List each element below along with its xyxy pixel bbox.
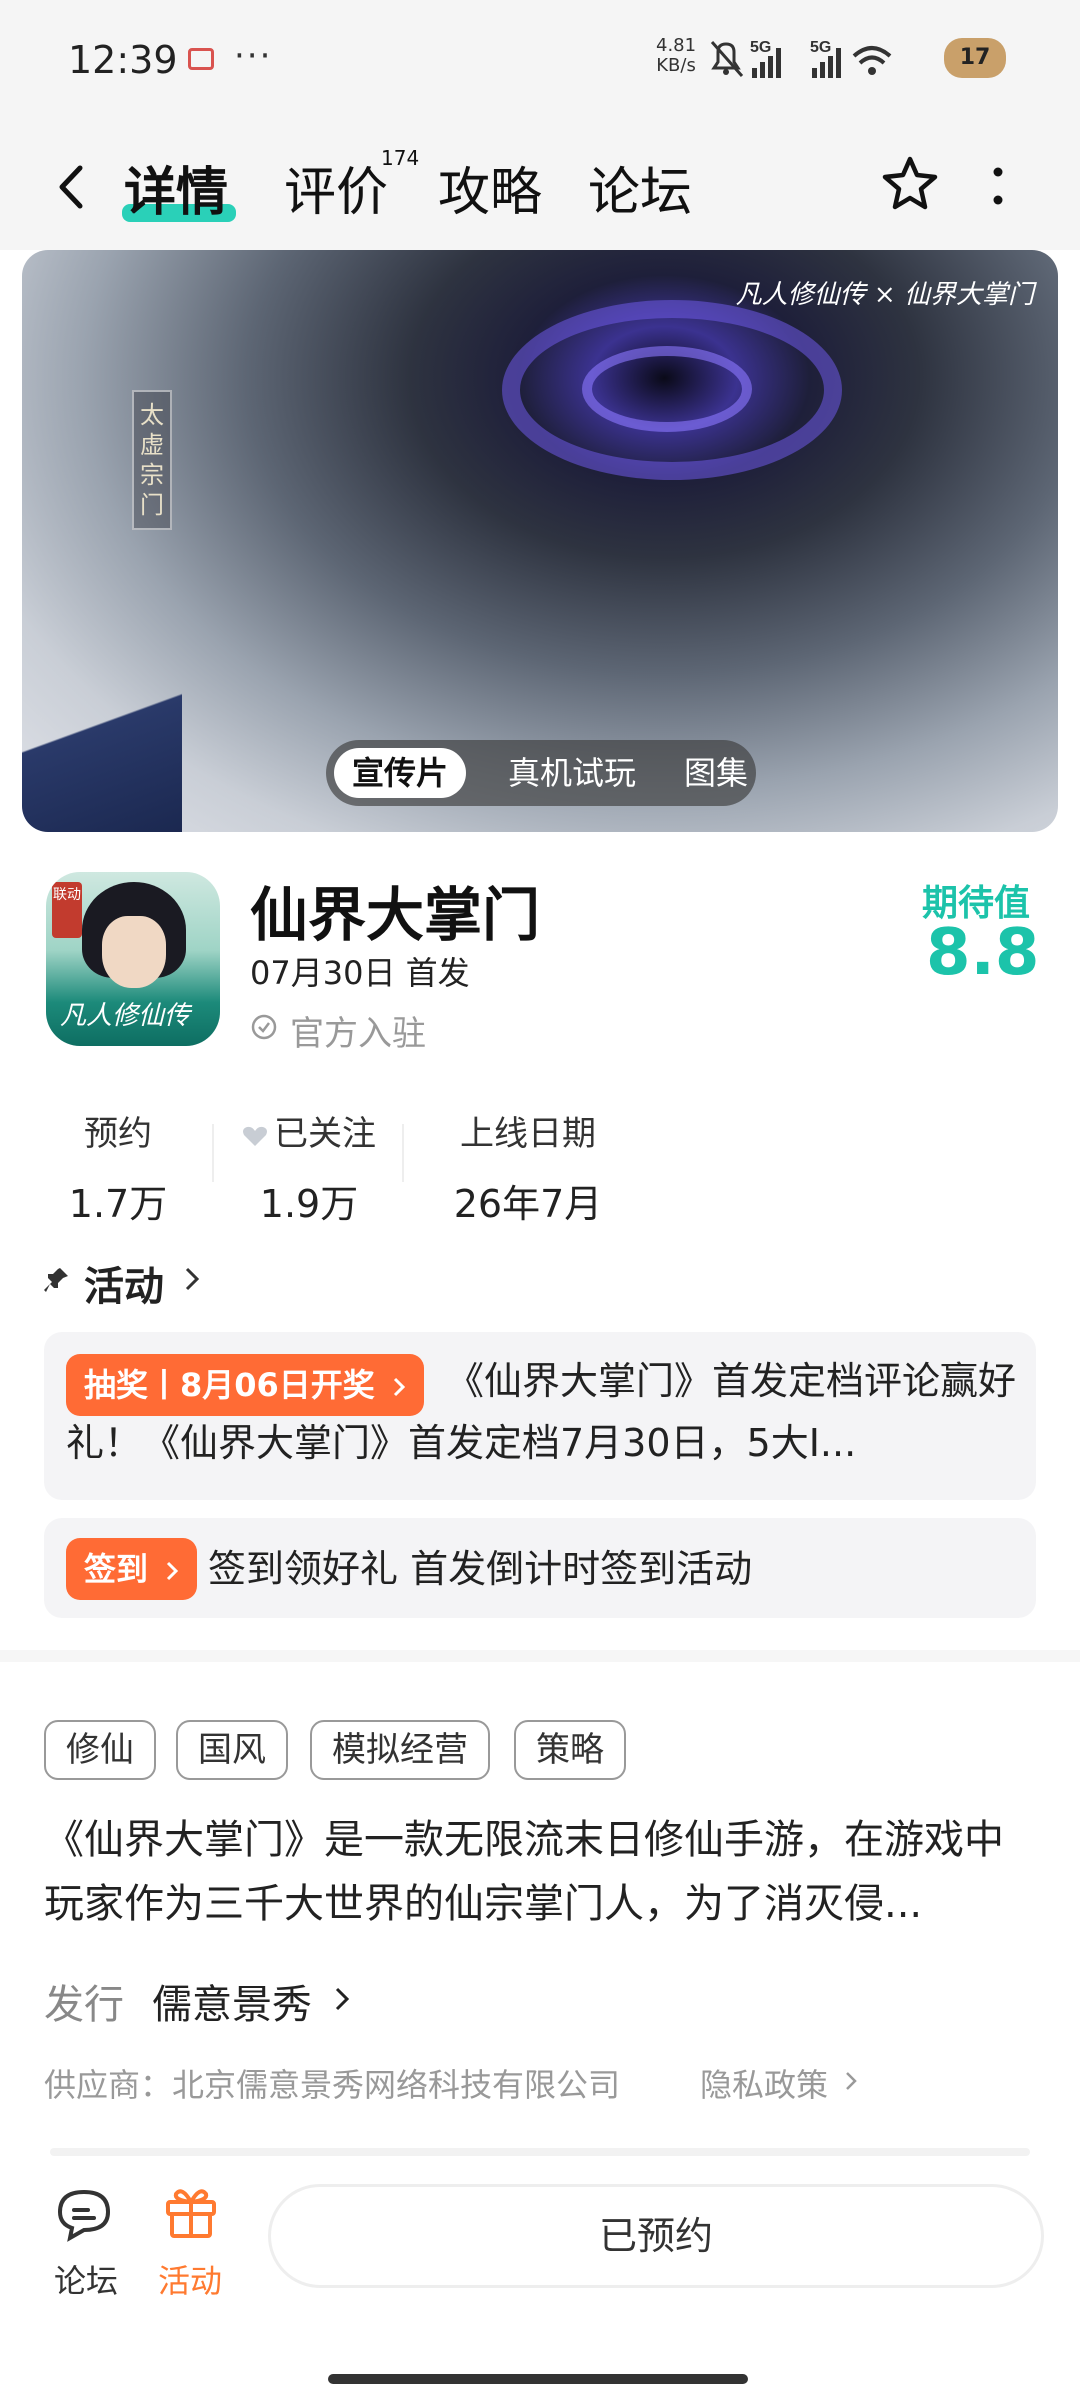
stat-value: 26年7月 bbox=[453, 1182, 603, 1226]
stat-label: 上线日期 bbox=[460, 1114, 596, 1154]
bottom-action-bar: 论坛 活动 已预约 bbox=[0, 2156, 1080, 2400]
status-bar: 12:39 ··· 4.81 KB/s 5G 5G 17 bbox=[0, 0, 1080, 120]
banner-vortex-core-art bbox=[582, 346, 752, 432]
icon-script-text: 凡人修仙传 bbox=[60, 1001, 191, 1031]
wifi-icon bbox=[852, 46, 892, 75]
tag-chip[interactable]: 策略 bbox=[514, 1720, 626, 1780]
pin-icon bbox=[44, 1268, 68, 1292]
heart-icon bbox=[243, 1126, 267, 1146]
checkin-badge: 签到 bbox=[66, 1538, 198, 1600]
signal2-label: 5G bbox=[810, 39, 831, 56]
stat-label: 已关注 bbox=[274, 1114, 376, 1154]
activity-section-title[interactable]: 活动 bbox=[84, 1254, 164, 1312]
activity-checkin-text: 签到领好礼 首发倒计时签到活动 bbox=[208, 1547, 753, 1591]
battery-icon: 17 bbox=[944, 38, 1006, 78]
publisher-label: 发行 bbox=[44, 1982, 124, 2028]
stat-followers[interactable]: 已关注 1.9万 bbox=[236, 1106, 382, 1228]
icon-character-face bbox=[102, 916, 166, 988]
tab-forum[interactable]: 论坛 bbox=[588, 150, 692, 225]
official-verified-label: 官方入驻 bbox=[290, 1014, 426, 1054]
chevron-right-icon[interactable] bbox=[184, 1266, 200, 1292]
signal-icon: 5G bbox=[750, 39, 781, 78]
activity-card-checkin[interactable]: 签到 签到领好礼 首发倒计时签到活动 bbox=[44, 1518, 1036, 1618]
network-speed: 4.81 KB/s bbox=[656, 36, 696, 76]
banner-collab-logo: 凡人修仙传 × 仙界大掌门 bbox=[735, 280, 1034, 310]
media-tab-switcher: 宣传片 真机试玩 图集 bbox=[326, 740, 756, 806]
banner-building-art bbox=[22, 692, 182, 832]
game-description[interactable]: 《仙界大掌门》是一款无限流末日修仙手游，在游戏中玩家作为三千大世界的仙宗掌门人，… bbox=[44, 1808, 1034, 1936]
favorite-star-icon[interactable] bbox=[880, 154, 940, 214]
back-arrow-icon[interactable] bbox=[50, 162, 94, 212]
supplier-info: 供应商：北京儒意景秀网络科技有限公司 bbox=[44, 2066, 621, 2104]
expectation-score: 8.8 bbox=[926, 916, 1040, 990]
banner-sect-sign: 太虚宗门 bbox=[132, 390, 172, 530]
more-options-icon[interactable] bbox=[990, 164, 1006, 208]
forum-chat-icon[interactable] bbox=[54, 2186, 116, 2242]
signal-icon-2: 5G bbox=[810, 39, 841, 78]
tag-chip[interactable]: 修仙 bbox=[44, 1720, 156, 1780]
chevron-right-icon bbox=[167, 1561, 179, 1581]
publisher-link[interactable]: 儒意景秀 bbox=[152, 1972, 312, 2030]
content-edge bbox=[50, 2148, 1030, 2156]
lottery-badge-label: 抽奖丨8月06日开奖 bbox=[84, 1366, 375, 1404]
verified-check-icon bbox=[251, 1014, 277, 1040]
activity-button-label[interactable]: 活动 bbox=[158, 2256, 222, 2302]
stat-label-row: 已关注 bbox=[236, 1106, 382, 1155]
stat-divider bbox=[402, 1124, 404, 1182]
tab-guide[interactable]: 攻略 bbox=[438, 150, 542, 225]
forum-button-label[interactable]: 论坛 bbox=[54, 2256, 118, 2302]
reserved-button[interactable]: 已预约 bbox=[268, 2184, 1044, 2288]
media-banner[interactable]: 凡人修仙传 × 仙界大掌门 太虚宗门 宣传片 真机试玩 图集 bbox=[22, 250, 1058, 832]
gift-icon[interactable] bbox=[162, 2182, 220, 2240]
stat-value: 1.7万 bbox=[68, 1182, 168, 1226]
stat-reservations: 预约 1.7万 bbox=[60, 1106, 176, 1228]
privacy-policy-link[interactable]: 隐私政策 bbox=[700, 2060, 828, 2106]
media-tab-gallery[interactable]: 图集 bbox=[684, 750, 748, 796]
checkin-badge-label: 签到 bbox=[84, 1550, 149, 1588]
chevron-right-icon[interactable] bbox=[334, 1986, 350, 2012]
tab-detail[interactable]: 详情 bbox=[124, 150, 228, 225]
stat-launch-date: 上线日期 26年7月 bbox=[446, 1106, 610, 1228]
network-speed-value: 4.81 bbox=[656, 35, 697, 56]
network-speed-unit: KB/s bbox=[656, 55, 696, 76]
home-indicator[interactable] bbox=[328, 2374, 748, 2384]
chevron-right-icon[interactable] bbox=[844, 2070, 858, 2092]
chevron-right-icon bbox=[393, 1377, 406, 1397]
section-divider bbox=[0, 1650, 1080, 1662]
review-count-badge: 174 bbox=[381, 146, 420, 170]
mute-icon bbox=[710, 41, 744, 77]
stat-divider bbox=[212, 1124, 214, 1182]
media-tab-gameplay[interactable]: 真机试玩 bbox=[508, 750, 636, 796]
top-nav: 详情 评价 174 攻略 论坛 bbox=[0, 120, 1080, 250]
tag-chip[interactable]: 模拟经营 bbox=[310, 1720, 490, 1780]
game-app-icon: 联动 凡人修仙传 bbox=[46, 872, 220, 1046]
stat-value: 1.9万 bbox=[259, 1182, 359, 1226]
tag-chip[interactable]: 国风 bbox=[176, 1720, 288, 1780]
lottery-badge: 抽奖丨8月06日开奖 bbox=[66, 1354, 424, 1416]
status-time: 12:39 bbox=[68, 38, 178, 82]
book-icon bbox=[188, 48, 214, 70]
tab-review[interactable]: 评价 bbox=[284, 150, 388, 225]
stat-label: 预约 bbox=[84, 1114, 152, 1154]
status-icons: 5G 5G bbox=[710, 39, 892, 78]
activity-card-lottery[interactable]: 《仙界大掌门》首发定档评论赢好礼！《仙界大掌门》首发定档7月30日，5大I...… bbox=[44, 1332, 1036, 1500]
media-tab-trailer[interactable]: 宣传片 bbox=[334, 748, 466, 798]
release-date: 07月30日 首发 bbox=[250, 954, 470, 992]
more-notifications-icon: ··· bbox=[234, 36, 273, 76]
game-title: 仙界大掌门 bbox=[250, 881, 541, 949]
signal1-label: 5G bbox=[750, 39, 771, 56]
tab-detail-label: 详情 bbox=[124, 163, 229, 223]
icon-collab-badge: 联动 bbox=[52, 882, 82, 938]
